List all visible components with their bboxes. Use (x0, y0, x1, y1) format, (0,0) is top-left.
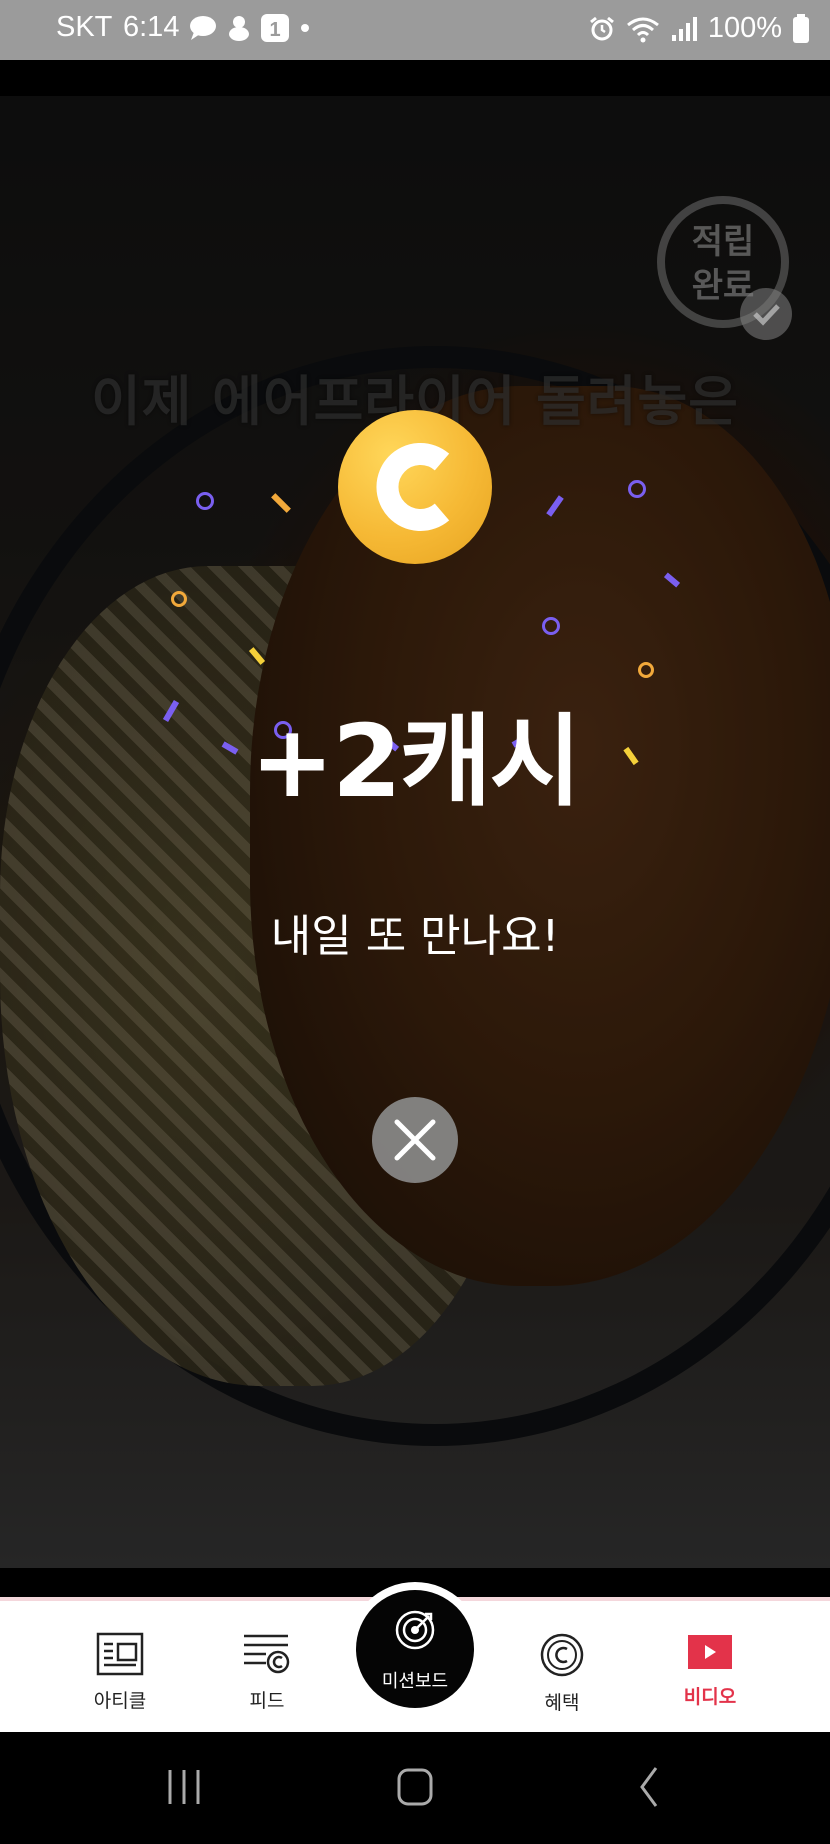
nav-item-video[interactable]: 비디오 (660, 1632, 760, 1709)
confetti-ring (171, 591, 187, 607)
nav-label-video: 비디오 (683, 1686, 737, 1708)
carrier-name: SKT (56, 11, 113, 43)
stamp-text-1: 적립 (691, 222, 755, 262)
nav-label-benefits: 혜택 (544, 1692, 580, 1714)
badge-one-icon: 1 (261, 14, 289, 42)
notification-icons: 1 (188, 13, 312, 43)
back-button[interactable] (620, 1762, 680, 1812)
feed-icon (244, 1634, 290, 1674)
article-icon (96, 1632, 144, 1676)
system-status-icons: 100% (588, 12, 810, 45)
nav-label-mission-board: 미션보드 (381, 1671, 449, 1692)
recent-apps-button[interactable] (154, 1762, 214, 1812)
check-icon (740, 288, 792, 340)
nav-item-mission-board[interactable]: 미션보드 (356, 1590, 474, 1708)
clock: 6:14 (123, 11, 180, 43)
app-mascot-icon (229, 16, 249, 41)
nav-item-article[interactable]: 아티클 (70, 1632, 170, 1713)
battery-percent: 100% (707, 12, 782, 44)
signal-icon (671, 16, 697, 41)
alarm-icon (589, 16, 614, 40)
target-icon (395, 1610, 435, 1650)
confetti-ring (542, 617, 560, 635)
recent-apps-icon (168, 1770, 200, 1804)
confetti-ring (628, 480, 646, 498)
video-play-icon (688, 1635, 732, 1669)
battery-icon (793, 13, 809, 43)
reward-amount: +2캐시 (250, 703, 581, 820)
reward-message: 내일 또 만나요! (270, 911, 560, 962)
back-icon (640, 1767, 658, 1807)
top-letterbox (0, 60, 830, 96)
cash-coin-icon (338, 410, 492, 564)
status-bar: SKT 6:14 1 100% (0, 0, 830, 60)
nav-item-benefits[interactable]: 혜택 (512, 1632, 612, 1715)
svg-text:1: 1 (269, 19, 280, 41)
home-button[interactable] (385, 1762, 445, 1812)
nav-label-feed: 피드 (249, 1690, 285, 1712)
confetti-ring (196, 492, 214, 510)
dot-icon (301, 24, 309, 32)
nav-item-feed[interactable]: 피드 (217, 1632, 317, 1713)
wifi-icon (626, 17, 659, 42)
home-icon (397, 1768, 433, 1806)
nav-label-article: 아티클 (93, 1690, 147, 1712)
confetti-ring (638, 662, 654, 678)
close-popup-button[interactable] (372, 1097, 458, 1183)
cash-coin-icon (540, 1633, 584, 1677)
close-icon (394, 1119, 436, 1161)
chat-bubble-icon (190, 16, 216, 40)
